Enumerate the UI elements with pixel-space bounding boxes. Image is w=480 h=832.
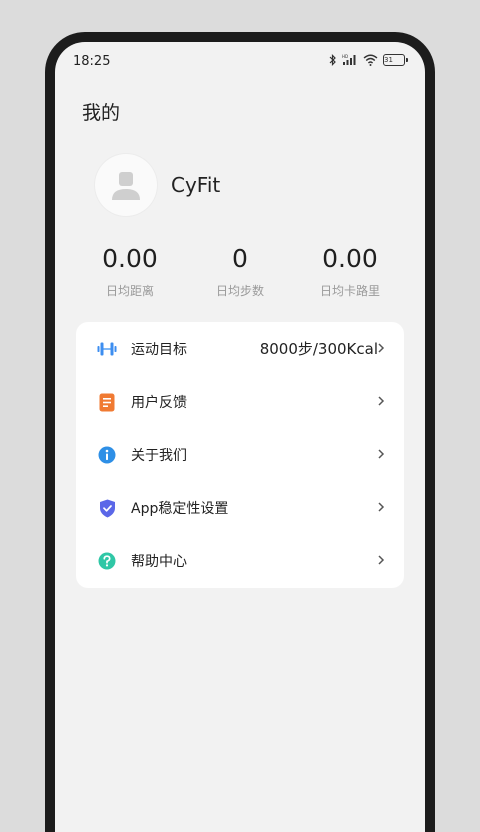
chevron-right-icon xyxy=(378,396,385,406)
settings-card: 运动目标 8000步/300Kcal 用户反馈 关于我们 App稳定性设置 帮助… xyxy=(76,322,404,588)
menu-item-label: 关于我们 xyxy=(131,447,187,464)
menu-item-app-stability[interactable]: App稳定性设置 xyxy=(76,481,404,534)
chevron-right-icon xyxy=(378,449,385,459)
stat-label: 日均卡路里 xyxy=(319,284,380,298)
menu-item-about-us[interactable]: 关于我们 xyxy=(76,428,404,481)
menu-item-help-center[interactable]: 帮助中心 xyxy=(76,534,404,587)
shield-icon xyxy=(97,498,117,518)
page-title: 我的 xyxy=(82,102,121,124)
stat-value: 0.00 xyxy=(102,244,158,273)
username: CyFit xyxy=(171,173,221,197)
stat-label: 日均距离 xyxy=(105,284,154,298)
note-icon xyxy=(97,392,117,412)
goal-value: 8000步/300Kcal xyxy=(259,340,378,358)
chevron-right-icon xyxy=(378,343,385,353)
info-icon xyxy=(97,445,117,465)
svg-text:HD: HD xyxy=(342,54,348,59)
chevron-right-icon xyxy=(378,555,385,565)
screen: 18:25 HD 31 我的 CyFit 0.00 日均距离 0 日均步数 0.… xyxy=(55,42,425,832)
profile-header[interactable]: CyFit xyxy=(95,154,220,216)
help-icon xyxy=(97,551,117,571)
stat-value: 0.00 xyxy=(322,244,378,273)
menu-item-label: App稳定性设置 xyxy=(131,500,229,517)
signal-icon: HD xyxy=(342,54,358,66)
phone-frame: 18:25 HD 31 我的 CyFit 0.00 日均距离 0 日均步数 0.… xyxy=(45,32,435,832)
stat-calories: 0.00 日均卡路里 xyxy=(295,244,405,299)
status-icons: HD 31 xyxy=(329,54,408,66)
bluetooth-icon xyxy=(329,54,337,66)
menu-item-feedback[interactable]: 用户反馈 xyxy=(76,375,404,428)
dumbbell-icon xyxy=(97,339,117,359)
avatar[interactable] xyxy=(95,154,157,216)
menu-item-label: 用户反馈 xyxy=(131,394,187,411)
stat-distance: 0.00 日均距离 xyxy=(75,244,185,299)
menu-item-label: 帮助中心 xyxy=(131,553,187,570)
menu-item-label: 运动目标 xyxy=(131,341,187,358)
status-bar: 18:25 HD 31 xyxy=(55,42,425,82)
stat-value: 0 xyxy=(232,244,248,273)
battery-icon: 31 xyxy=(383,54,408,66)
stats-row: 0.00 日均距离 0 日均步数 0.00 日均卡路里 xyxy=(75,244,405,299)
stat-steps: 0 日均步数 xyxy=(185,244,295,299)
chevron-right-icon xyxy=(378,502,385,512)
status-time: 18:25 xyxy=(73,54,111,69)
stat-label: 日均步数 xyxy=(215,284,264,298)
menu-item-exercise-goal[interactable]: 运动目标 8000步/300Kcal xyxy=(76,322,404,375)
user-icon xyxy=(112,172,140,200)
wifi-icon xyxy=(363,54,378,66)
